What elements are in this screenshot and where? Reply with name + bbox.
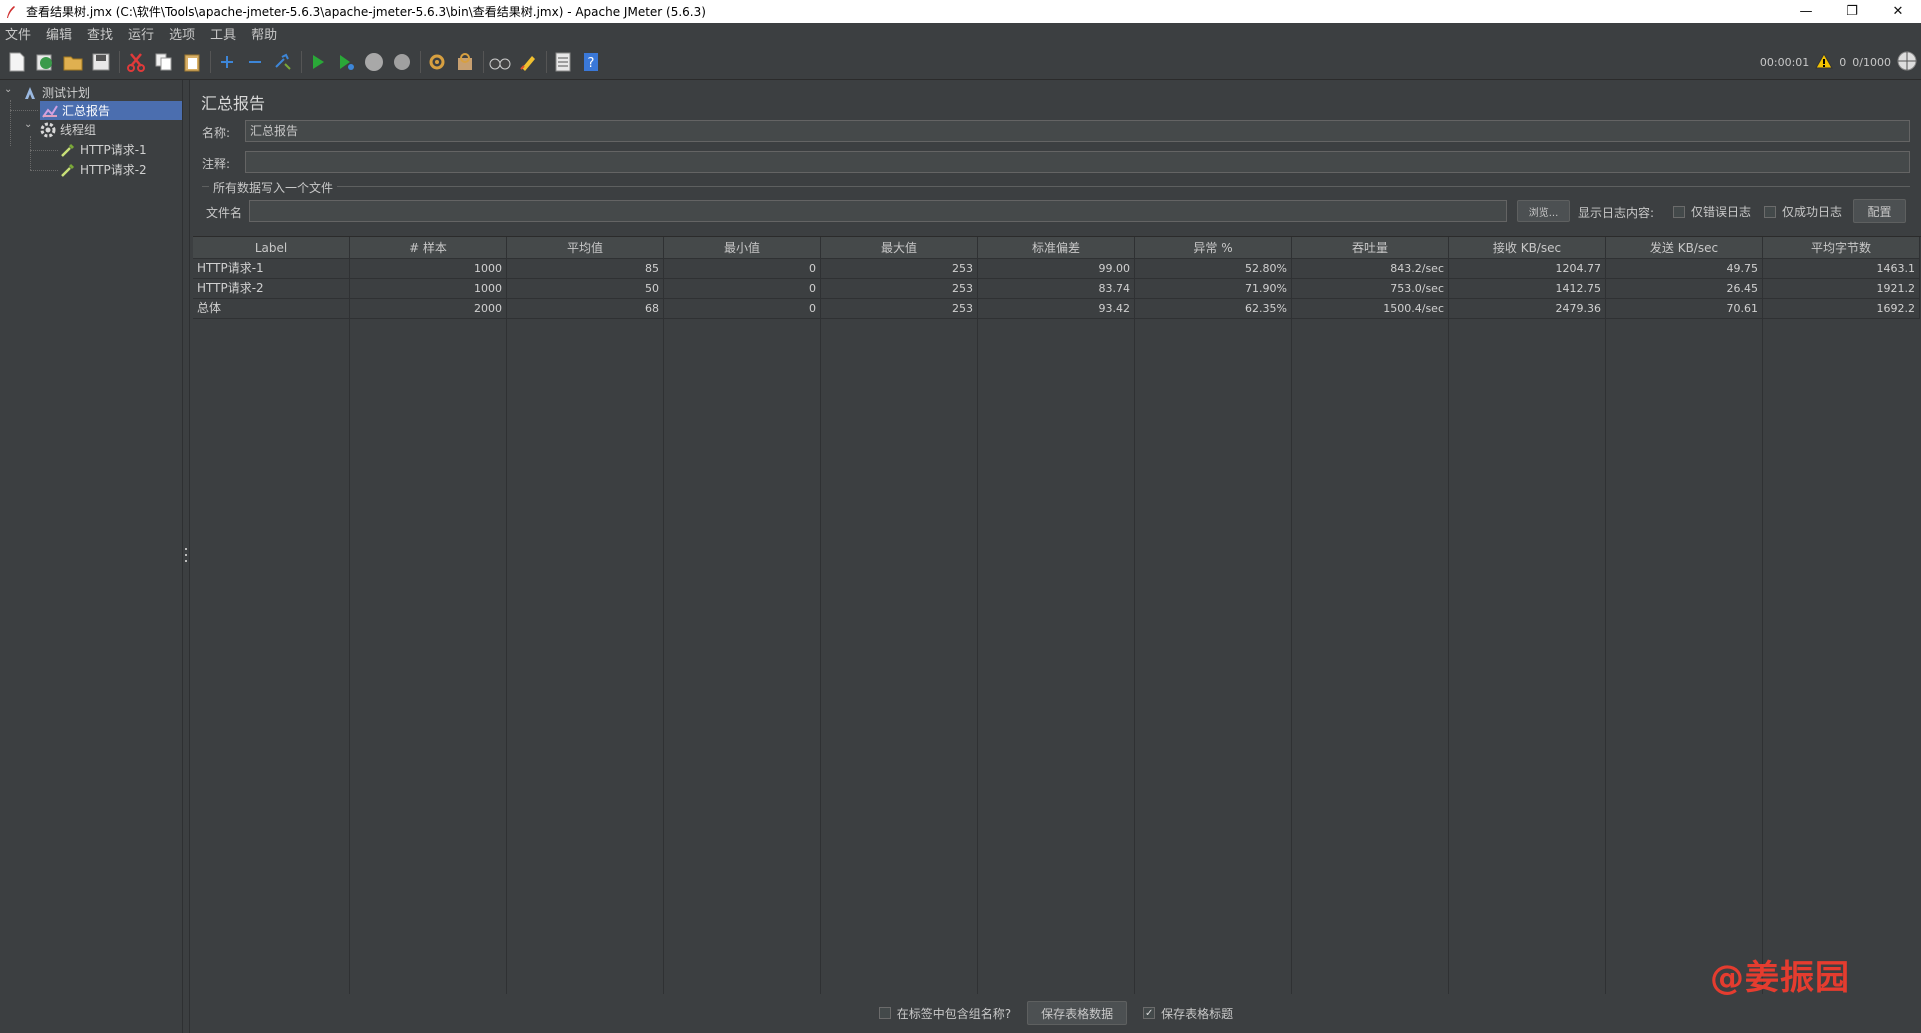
file-group-title: 所有数据写入一个文件 — [209, 179, 338, 196]
column-header[interactable]: 标准偏差 — [978, 237, 1135, 259]
summary-report-panel: 汇总报告 名称: 汇总报告 注释: 所有数据写入一个文件 文件名 浏览... 显… — [191, 80, 1921, 1033]
splitter-grip-icon[interactable] — [185, 548, 188, 562]
comment-label: 注释: — [202, 157, 231, 171]
column-header[interactable]: 最小值 — [664, 237, 821, 259]
tree-item-label: 汇总报告 — [62, 104, 111, 118]
column-header[interactable]: 最大值 — [821, 237, 978, 259]
reset-search-icon[interactable] — [517, 51, 539, 73]
save-table-data-button[interactable]: 保存表格数据 — [1027, 1001, 1128, 1025]
column-header[interactable]: 平均值 — [507, 237, 664, 259]
column-header[interactable]: 吞吐量 — [1292, 237, 1449, 259]
cut-icon[interactable] — [125, 51, 147, 73]
save-icon[interactable] — [90, 51, 112, 73]
elapsed-time: 00:00:01 — [1759, 55, 1810, 69]
tree-item-thread-group[interactable]: 线程组 — [40, 120, 180, 139]
warning-count: 0 — [1839, 55, 1847, 69]
tree-item-http-request-1[interactable]: HTTP请求-1 — [60, 140, 180, 159]
gear-icon — [40, 122, 56, 138]
title-bar: 查看结果树.jmx (C:\软件\Tools\apache-jmeter-5.6… — [0, 0, 1921, 23]
tree-item-label: 线程组 — [60, 123, 97, 137]
summary-table[interactable]: Label # 样本 平均值 最小值 最大值 标准偏差 异常 % 吞吐量 接收 … — [193, 236, 1921, 994]
column-header[interactable]: Label — [193, 237, 350, 259]
file-name-label: 文件名 — [206, 206, 243, 220]
start-no-pause-icon[interactable] — [335, 51, 357, 73]
column-header[interactable]: 平均字节数 — [1763, 237, 1920, 259]
menu-help[interactable]: 帮助 — [250, 24, 278, 43]
stop-icon[interactable] — [363, 51, 385, 73]
tree-item-test-plan[interactable]: 测试计划 — [22, 83, 172, 102]
collapse-icon[interactable] — [244, 51, 266, 73]
table-row[interactable]: 总体 2000 68 0 253 93.42 62.35% 1500.4/sec… — [193, 299, 1920, 319]
window-title: 查看结果树.jmx (C:\软件\Tools\apache-jmeter-5.6… — [26, 5, 706, 19]
copy-icon[interactable] — [153, 51, 175, 73]
name-label: 名称: — [202, 126, 231, 140]
restore-button[interactable]: ❐ — [1829, 0, 1875, 23]
pipette-icon — [60, 142, 76, 158]
expand-icon[interactable] — [216, 51, 238, 73]
jmeter-feather-icon — [4, 5, 18, 19]
search-binoculars-icon[interactable] — [489, 51, 511, 73]
menu-bar: 文件 编辑 查找 运行 选项 工具 帮助 — [0, 23, 1921, 44]
minimize-button[interactable]: — — [1783, 0, 1829, 23]
report-chart-icon — [42, 103, 58, 119]
toolbar: ? 00:00:01 0 0/1000 — [0, 44, 1921, 80]
warning-icon[interactable] — [1815, 52, 1834, 72]
pipette-icon — [60, 162, 76, 178]
table-header: Label # 样本 平均值 最小值 最大值 标准偏差 异常 % 吞吐量 接收 … — [193, 237, 1920, 259]
comment-field[interactable] — [245, 151, 1910, 173]
chevron-down-icon[interactable]: ⌄ — [24, 119, 32, 130]
menu-search[interactable]: 查找 — [86, 24, 114, 43]
menu-run[interactable]: 运行 — [127, 24, 155, 43]
menu-options[interactable]: 选项 — [168, 24, 196, 43]
templates-icon[interactable] — [34, 51, 56, 73]
menu-edit[interactable]: 编辑 — [45, 24, 73, 43]
toggle-icon[interactable] — [272, 51, 294, 73]
tree-item-label: HTTP请求-1 — [80, 143, 147, 157]
help-icon[interactable]: ? — [580, 51, 602, 73]
paste-icon[interactable] — [181, 51, 203, 73]
column-header[interactable]: 接收 KB/sec — [1449, 237, 1606, 259]
bottom-bar: 在标签中包含组名称? 保存表格数据 ✓ 保存表格标题 — [191, 993, 1921, 1033]
tree-item-label: 测试计划 — [42, 86, 91, 100]
success-only-checkbox[interactable]: 仅成功日志 — [1764, 203, 1842, 220]
chevron-down-icon[interactable]: ⌄ — [4, 84, 12, 95]
errors-only-checkbox[interactable]: 仅错误日志 — [1673, 203, 1751, 220]
file-name-field[interactable] — [249, 200, 1507, 222]
table-row[interactable]: HTTP请求-2 1000 50 0 253 83.74 71.90% 753.… — [193, 279, 1920, 299]
page-title: 汇总报告 — [201, 94, 266, 113]
browse-button[interactable]: 浏览... — [1517, 200, 1570, 222]
watermark: @姜振园 — [1710, 958, 1850, 998]
name-field[interactable]: 汇总报告 — [245, 120, 1910, 142]
clear-icon[interactable] — [426, 51, 448, 73]
column-header[interactable]: # 样本 — [350, 237, 507, 259]
include-group-name-checkbox[interactable]: 在标签中包含组名称? — [878, 1005, 1011, 1022]
thread-count: 0/1000 — [1852, 55, 1891, 69]
column-header[interactable]: 发送 KB/sec — [1606, 237, 1763, 259]
configure-button[interactable]: 配置 — [1853, 199, 1906, 223]
column-header[interactable]: 异常 % — [1135, 237, 1292, 259]
shutdown-icon[interactable] — [391, 51, 413, 73]
svg-text:?: ? — [588, 56, 595, 71]
log-content-label: 显示日志内容: — [1578, 206, 1655, 220]
test-plan-icon — [22, 85, 38, 101]
tree-item-http-request-2[interactable]: HTTP请求-2 — [60, 160, 180, 179]
menu-file[interactable]: 文件 — [4, 24, 32, 43]
save-table-header-checkbox[interactable]: ✓ 保存表格标题 — [1143, 1005, 1233, 1022]
table-row[interactable]: HTTP请求-1 1000 85 0 253 99.00 52.80% 843.… — [193, 259, 1920, 279]
function-helper-icon[interactable] — [552, 51, 574, 73]
close-button[interactable]: ✕ — [1875, 0, 1921, 23]
status-area: 00:00:01 0 0/1000 — [1760, 44, 1921, 80]
checkmark-icon[interactable]: ✓ — [1143, 1007, 1156, 1019]
table-body: HTTP请求-1 1000 85 0 253 99.00 52.80% 843.… — [193, 259, 1920, 319]
menu-tools[interactable]: 工具 — [209, 24, 237, 43]
tree-item-summary-report[interactable]: 汇总报告 — [40, 101, 182, 120]
start-icon[interactable] — [307, 51, 329, 73]
clear-all-icon[interactable] — [454, 51, 476, 73]
test-plan-tree: ⌄ 测试计划 汇总报告 ⌄ 线程组 HTTP请求-1 HTTP请求-2 — [0, 80, 183, 1033]
new-icon[interactable] — [6, 51, 28, 73]
globe-icon[interactable] — [1897, 51, 1917, 74]
tree-item-label: HTTP请求-2 — [80, 163, 147, 177]
open-icon[interactable] — [62, 51, 84, 73]
